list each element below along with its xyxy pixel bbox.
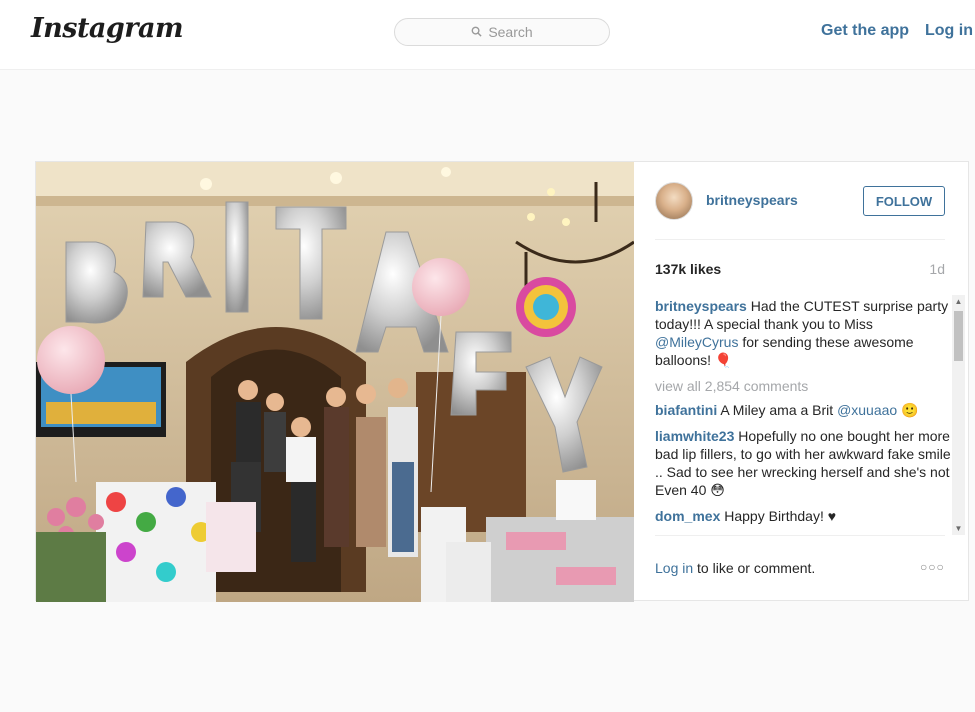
search-icon (471, 24, 482, 40)
post-photo[interactable] (36, 162, 634, 602)
likes-count[interactable]: 137k likes (655, 261, 721, 277)
comment-username[interactable]: dom_mex (655, 508, 720, 524)
instagram-logo[interactable]: Instagram (31, 13, 184, 44)
post-username[interactable]: britneyspears (706, 192, 798, 208)
comment-suffix: 🙂 (897, 402, 919, 418)
caption-mention[interactable]: @MileyCyrus (655, 334, 738, 350)
comment-text: A Miley ama a Brit (717, 402, 838, 418)
comment-username[interactable]: liamwhite23 (655, 428, 734, 444)
comment-username[interactable]: biafantini (655, 402, 717, 418)
follow-button[interactable]: FOLLOW (863, 186, 945, 216)
party-photo-illustration (36, 162, 634, 602)
comment-item: dom_mex Happy Birthday! ♥ (655, 507, 951, 525)
comment-item: liamwhite23 Hopefully no one bought her … (655, 427, 951, 499)
more-options-icon[interactable]: ○○○ (920, 560, 945, 574)
get-the-app-link[interactable]: Get the app (821, 22, 909, 40)
caption-username[interactable]: britneyspears (655, 298, 747, 314)
login-prompt: Log in to like or comment. (655, 560, 815, 576)
footer-login-link[interactable]: Log in (655, 560, 693, 576)
avatar[interactable] (655, 182, 693, 220)
footer-divider (655, 535, 945, 536)
top-bar: Instagram Search Get the app Log in (0, 0, 975, 70)
view-all-comments-link[interactable]: view all 2,854 comments (655, 377, 951, 395)
comments-scrollbar[interactable]: ▲ ▼ (952, 295, 965, 535)
post-card: britneyspears FOLLOW 137k likes 1d britn… (35, 161, 970, 602)
comment-text: Happy Birthday! ♥ (720, 508, 837, 524)
comment-item: biafantini A Miley ama a Brit @xuuaao 🙂 (655, 401, 951, 419)
caption: britneyspears Had the CUTEST surprise pa… (655, 297, 951, 369)
comments-list[interactable]: britneyspears Had the CUTEST surprise pa… (655, 297, 951, 533)
scroll-up-icon[interactable]: ▲ (952, 295, 965, 308)
search-input[interactable]: Search (394, 18, 610, 46)
header-divider (655, 239, 945, 240)
post-sidebar: britneyspears FOLLOW 137k likes 1d britn… (634, 162, 970, 602)
footer-login-text: to like or comment. (693, 560, 816, 576)
login-link[interactable]: Log in (925, 22, 973, 40)
scroll-down-icon[interactable]: ▼ (952, 522, 965, 535)
search-placeholder: Search (488, 24, 533, 40)
scrollbar-thumb[interactable] (954, 311, 963, 361)
comment-mention[interactable]: @xuuaao (837, 402, 897, 418)
post-age[interactable]: 1d (929, 261, 945, 277)
